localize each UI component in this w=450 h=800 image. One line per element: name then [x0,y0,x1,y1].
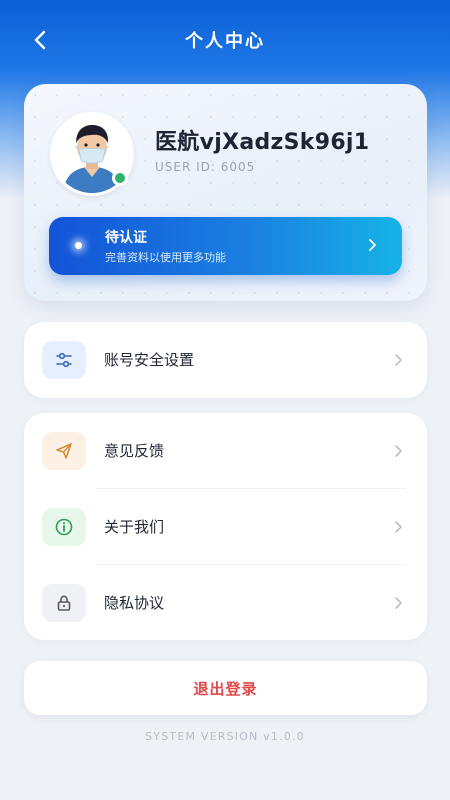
chevron-right-icon [395,444,402,457]
chevron-right-icon [369,239,376,251]
username: 医航vjXadzSk96j1 [155,130,370,155]
back-button[interactable] [26,26,54,54]
account-settings-card: 账号安全设置 [24,322,427,398]
verification-subtitle: 完善资料以使用更多功能 [105,251,226,264]
back-arrow-icon [34,30,46,50]
glow-dot-icon [75,242,82,249]
page-title: 个人中心 [185,31,265,52]
logout-button[interactable]: 退出登录 [24,661,427,715]
menu-item-account-security[interactable]: 账号安全设置 [24,322,427,397]
info-icon [42,507,86,546]
verification-title: 待认证 [105,230,147,246]
logout-label: 退出登录 [193,679,258,698]
menu-card: 意见反馈 关于我们 隐私协议 [24,413,427,640]
send-icon [42,431,86,470]
chevron-right-icon [395,520,402,533]
sliders-icon [42,340,86,379]
menu-label-account-security: 账号安全设置 [104,351,195,369]
chevron-right-icon [395,353,402,366]
menu-label-feedback: 意见反馈 [104,442,165,460]
chevron-right-icon [395,596,402,609]
menu-item-about-us[interactable]: 关于我们 [24,489,427,564]
menu-label-about-us: 关于我们 [104,518,165,536]
top-bar: 个人中心 [0,20,450,60]
profile-card: 医航vjXadzSk96j1 USER ID: 6005 待认证 完善资料以使用… [24,84,427,301]
version-text: SYSTEM VERSION v1.0.0 [145,730,305,743]
menu-item-feedback[interactable]: 意见反馈 [24,413,427,488]
lock-icon [42,583,86,622]
verification-banner[interactable]: 待认证 完善资料以使用更多功能 [49,217,402,275]
menu-label-privacy-policy: 隐私协议 [104,594,165,612]
user-id: USER ID: 6005 [155,160,256,174]
online-status-dot [112,170,128,186]
menu-item-privacy-policy[interactable]: 隐私协议 [24,565,427,640]
